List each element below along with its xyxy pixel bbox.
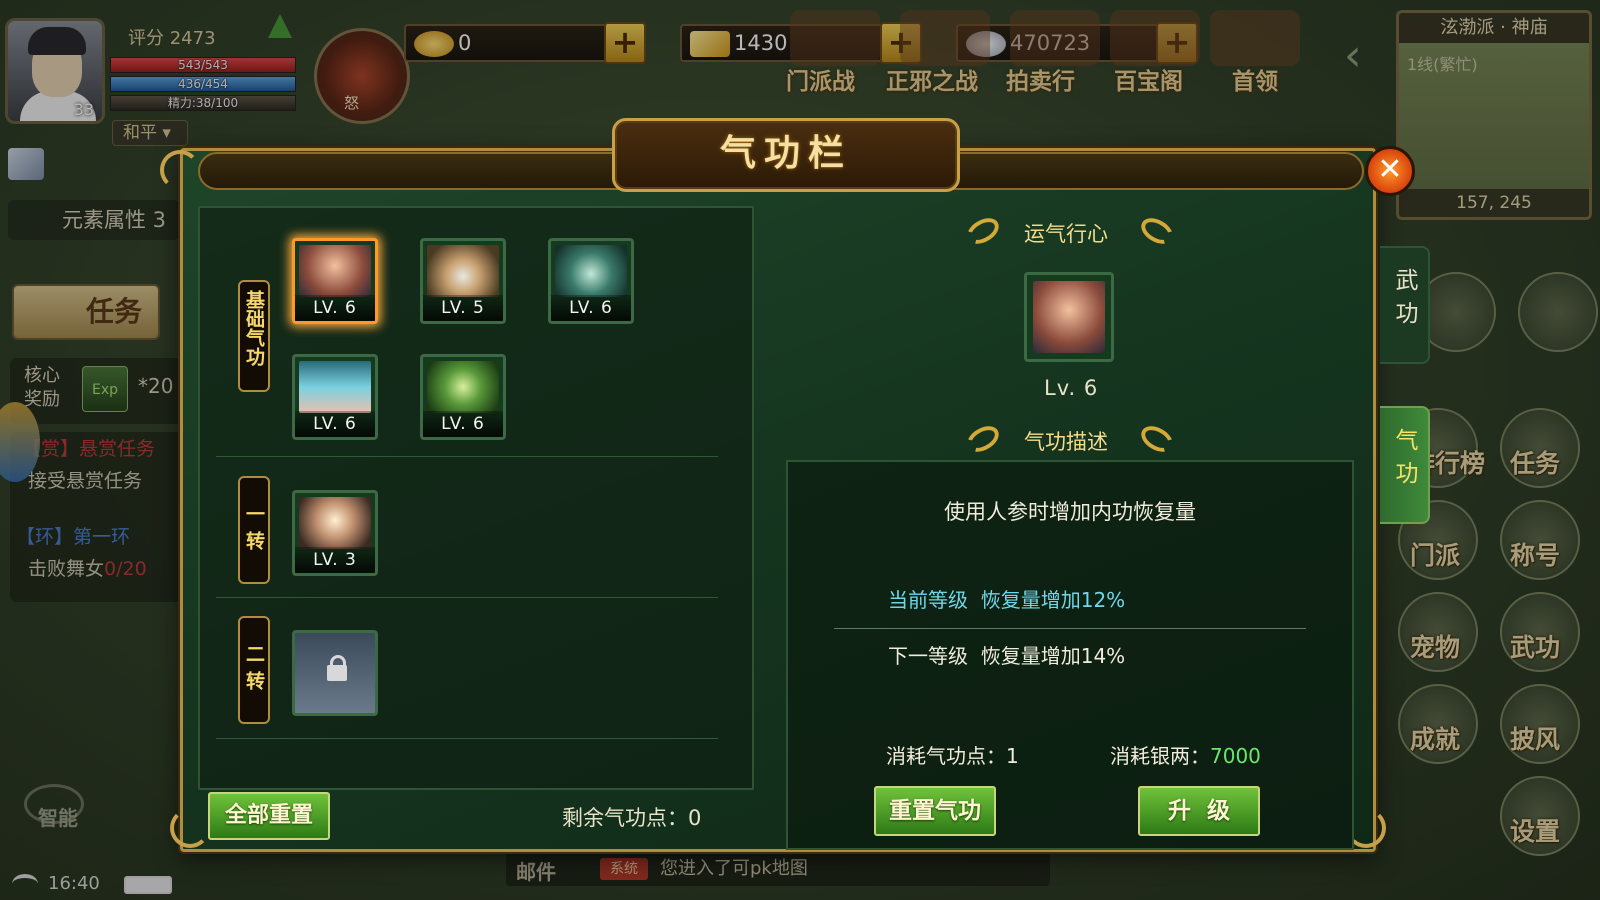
skill-slot[interactable]: LV. 6	[292, 354, 378, 440]
current-level-effect: 恢复量增加12%	[980, 588, 1126, 612]
close-button[interactable]: ✕	[1365, 146, 1415, 196]
cost-silver-row: 消耗银两：7000	[1110, 740, 1261, 769]
skill-slot[interactable]: LV. 3	[292, 490, 378, 576]
cost-silver-label: 消耗银两：	[1110, 744, 1210, 768]
next-level-row: 下一等级 恢复量增加14%	[888, 640, 1125, 669]
skill-slot[interactable]: LV. 6	[420, 354, 506, 440]
qi-jar-icon	[555, 245, 627, 297]
section-divider	[216, 738, 718, 739]
section-second-turn: 二转	[238, 616, 270, 724]
skill-level: LV. 6	[551, 295, 631, 321]
radiant-figure-icon	[299, 497, 371, 549]
section-divider	[216, 597, 718, 598]
upgrade-button[interactable]: 升 级	[1138, 786, 1260, 836]
cost-points-value: 1	[1006, 744, 1019, 768]
selected-skill-preview	[1024, 272, 1114, 362]
modal-title: 气功栏	[612, 118, 960, 192]
green-beads-icon	[427, 361, 499, 413]
corner-swirl-icon	[160, 150, 200, 190]
section-first-turn: 一转	[238, 476, 270, 584]
current-level-row: 当前等级 恢复量增加12%	[888, 584, 1125, 613]
cost-points-row: 消耗气功点：1	[886, 740, 1019, 769]
skill-level: LV. 6	[295, 411, 375, 437]
tab-qigong[interactable]: 气功	[1380, 406, 1430, 524]
tab-martial-arts-label: 武功	[1391, 268, 1417, 334]
detail-circulate-heading: 运气行心	[1024, 222, 1108, 246]
lock-icon	[327, 655, 347, 681]
reset-all-button[interactable]: 全部重置	[208, 792, 330, 840]
golden-orb-icon	[427, 245, 499, 297]
tab-qigong-label: 气功	[1391, 428, 1417, 494]
next-level-label: 下一等级	[888, 644, 968, 668]
cost-silver-value: 7000	[1210, 744, 1261, 768]
selected-skill-level: Lv. 6	[1044, 376, 1099, 400]
corner-swirl-icon	[170, 808, 210, 848]
detail-description-heading: 气功描述	[1024, 430, 1108, 454]
qi-meridian-icon	[1033, 281, 1105, 353]
skill-slot[interactable]: LV. 6	[292, 238, 378, 324]
next-level-effect: 恢复量增加14%	[980, 644, 1126, 668]
skill-slot-locked[interactable]	[292, 630, 378, 716]
reset-qigong-button[interactable]: 重置气功	[874, 786, 996, 836]
section-divider	[216, 456, 718, 457]
current-level-label: 当前等级	[888, 588, 968, 612]
section-first-turn-label: 一转	[243, 504, 265, 558]
skill-slot[interactable]: LV. 5	[420, 238, 506, 324]
remaining-qigong-points: 剩余气功点：0	[562, 806, 702, 830]
skill-description: 使用人参时增加内功恢复量	[944, 500, 1196, 524]
level-divider	[834, 628, 1306, 629]
skill-level: LV. 6	[295, 295, 375, 321]
skill-level: LV. 3	[295, 547, 375, 573]
cost-points-label: 消耗气功点：	[886, 744, 1006, 768]
section-basic-qigong-label: 基础气功	[243, 290, 265, 366]
section-second-turn-label: 二转	[243, 644, 265, 698]
tab-martial-arts[interactable]: 武功	[1380, 246, 1430, 364]
skill-level: LV. 6	[423, 411, 503, 437]
qi-meridian-icon	[299, 245, 371, 297]
skill-slot[interactable]: LV. 6	[548, 238, 634, 324]
section-basic-qigong: 基础气功	[238, 280, 270, 392]
skill-level: LV. 5	[423, 295, 503, 321]
palm-light-icon	[299, 361, 371, 413]
